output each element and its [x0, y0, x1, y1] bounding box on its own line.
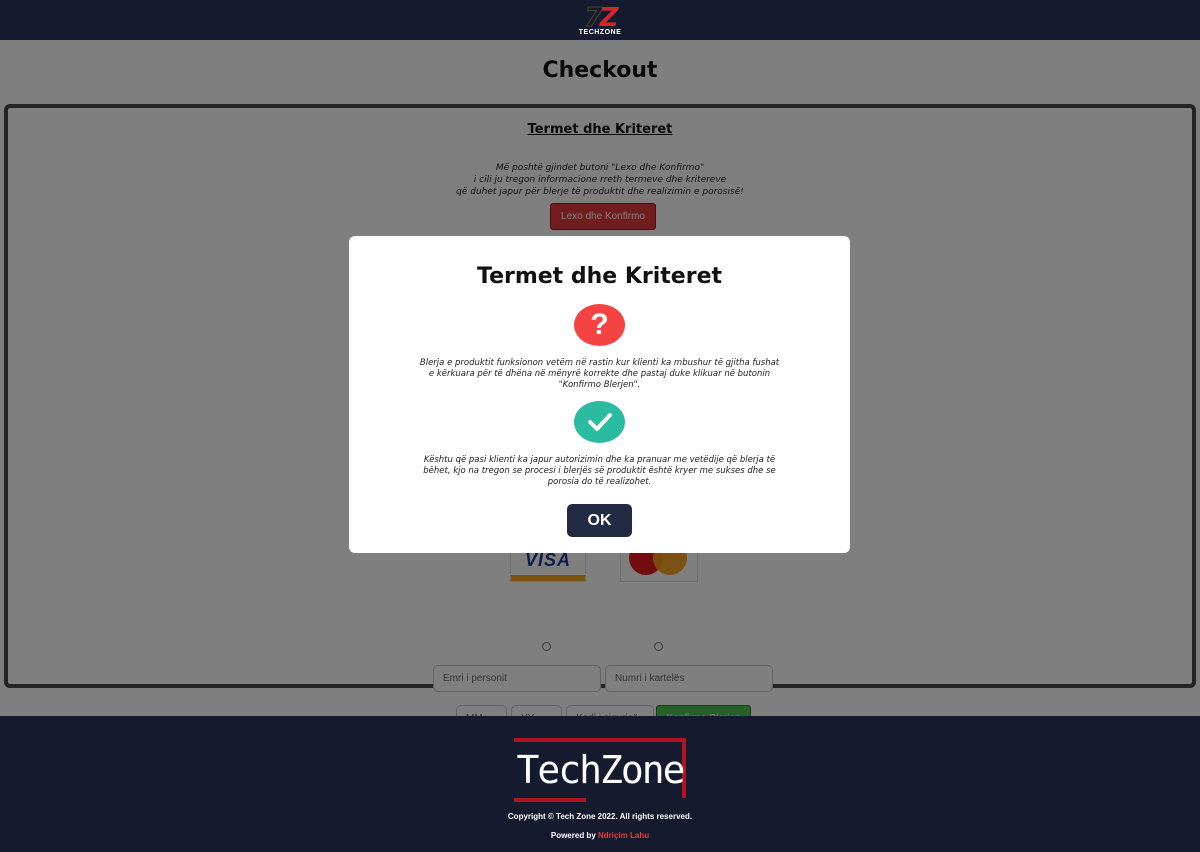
logo-underline	[514, 798, 586, 802]
author-link[interactable]: Ndriçim Lahu	[598, 831, 649, 840]
modal-title: Termet dhe Kriteret	[476, 264, 723, 289]
question-icon: ?	[574, 304, 625, 346]
logo-subtext: TECHZONE	[578, 28, 622, 36]
ok-button[interactable]: OK	[567, 504, 632, 537]
copyright-text: Copyright © Tech Zone 2022. All rights r…	[507, 812, 693, 821]
powered-by-text: Powered by Ndriçim Lahu	[0, 831, 1200, 840]
footer-brand: TechZone	[516, 748, 685, 792]
techzone-logo[interactable]: 7Z TECHZONE	[578, 2, 622, 36]
modal-confirmation-text: Kështu që pasi klienti ka japur autorizi…	[423, 455, 776, 487]
logo-mark: 7Z	[584, 2, 618, 33]
terms-modal: Termet dhe Kriteret ? Blerja e produktit…	[349, 236, 850, 553]
powered-prefix: Powered by	[550, 831, 596, 840]
modal-instructions-text: Blerja e produktit funksionon vetëm në r…	[419, 358, 780, 390]
footer: TechZone Copyright © Tech Zone 2022. All…	[0, 716, 1200, 852]
top-navbar: 7Z TECHZONE	[0, 0, 1200, 40]
footer-logo: TechZone	[514, 738, 686, 802]
checkmark-icon	[574, 401, 625, 443]
checkmark-glyph	[587, 413, 612, 431]
